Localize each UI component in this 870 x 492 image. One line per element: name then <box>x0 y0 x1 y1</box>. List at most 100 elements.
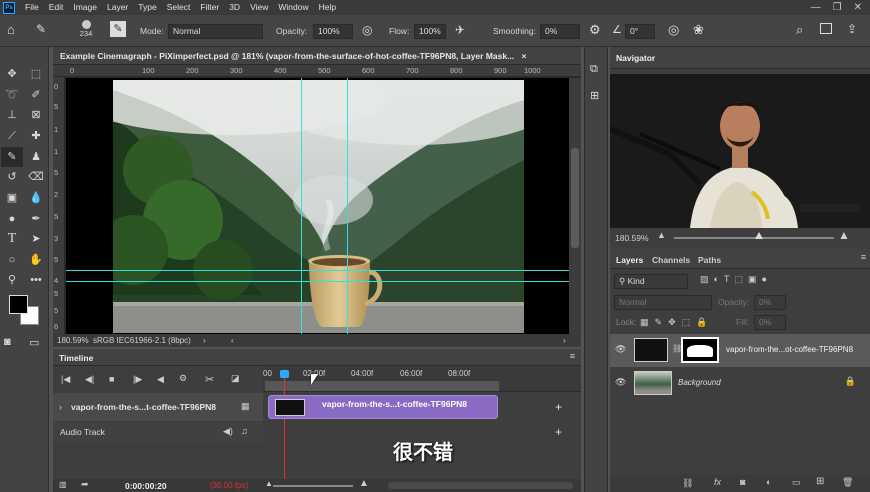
zoom-tool-icon[interactable]: ⚲ <box>1 270 23 290</box>
lock-position-icon[interactable]: ✥ <box>668 317 676 328</box>
airbrush-icon[interactable]: ✈ <box>455 23 465 37</box>
close-tab-icon[interactable]: × <box>522 51 527 61</box>
transition-icon[interactable]: ◪ <box>231 373 240 384</box>
color-profile-info[interactable]: sRGB IEC61966-2.1 (8bpc) <box>93 334 191 347</box>
layer-name[interactable]: vapor-from-the...ot-coffee-TF96PN8 <box>726 345 853 354</box>
search-icon[interactable]: ⌕ <box>796 22 803 38</box>
navigator-zoom-out-icon[interactable]: ▲ <box>657 230 666 240</box>
film-icon[interactable]: ▦ <box>241 401 250 412</box>
next-frame-icon[interactable]: |▶ <box>133 374 142 385</box>
tab-paths[interactable]: Paths <box>698 255 721 265</box>
timeline-zoom-slider[interactable] <box>273 485 353 487</box>
tab-channels[interactable]: Channels <box>652 255 690 265</box>
screen-mode-icon[interactable]: ▭ <box>29 336 39 349</box>
group-icon[interactable]: ▭ <box>792 477 801 488</box>
link-layers-icon[interactable]: ⛓ <box>682 478 693 489</box>
stamp-tool-icon[interactable]: ♟ <box>25 147 47 167</box>
healing-tool-icon[interactable]: ✚ <box>25 126 47 146</box>
blur-tool-icon[interactable]: 💧 <box>25 188 47 208</box>
brush-settings-icon[interactable]: ✎ <box>110 21 126 37</box>
layer-track-header[interactable]: › vapor-from-the-s...t-coffee-TF96PN8 ▦ <box>53 393 263 421</box>
status-scroll-left-icon[interactable]: ‹ <box>231 334 234 347</box>
eyedropper-tool-icon[interactable]: ⟋ <box>1 126 23 146</box>
fx-icon[interactable]: fx <box>714 477 721 487</box>
audio-track-header[interactable]: Audio Track ◀) ♫ <box>53 422 263 442</box>
expand-track-icon[interactable]: › <box>59 402 62 412</box>
close-window-icon[interactable]: ✕ <box>854 2 862 13</box>
filter-pixel-icon[interactable]: ▨ <box>700 274 709 285</box>
brush-tool-icon-active[interactable]: ✎ <box>1 147 23 167</box>
smoothing-gear-icon[interactable]: ⚙ <box>589 22 601 38</box>
opacity-field[interactable]: 100% <box>313 24 353 39</box>
guide-horizontal[interactable] <box>66 281 569 282</box>
menu-3d[interactable]: 3D <box>224 0 245 15</box>
minimize-icon[interactable]: — <box>811 2 821 13</box>
lasso-tool-icon[interactable]: ➰ <box>1 85 23 105</box>
guide-horizontal[interactable] <box>66 270 569 271</box>
navigator-title[interactable]: Navigator <box>616 53 655 63</box>
add-mask-icon[interactable]: ◙ <box>740 477 745 487</box>
type-tool-icon[interactable]: T <box>1 229 23 249</box>
current-time[interactable]: 0:00:00:20 <box>125 481 167 491</box>
menu-select[interactable]: Select <box>162 0 196 15</box>
more-tools-icon[interactable]: ••• <box>25 270 47 290</box>
home-icon[interactable]: ⌂ <box>7 22 15 37</box>
layer-mask-thumbnail[interactable] <box>681 337 719 363</box>
move-tool-icon[interactable]: ✥ <box>1 64 23 84</box>
menu-edit[interactable]: Edit <box>44 0 69 15</box>
timeline-menu-icon[interactable]: ≡ <box>570 351 575 361</box>
lock-pixels-icon[interactable]: ▦ <box>640 317 649 328</box>
layer-name[interactable]: Background <box>678 378 721 387</box>
menu-type[interactable]: Type <box>133 0 161 15</box>
music-note-icon[interactable]: ♫ <box>241 426 248 436</box>
filter-adjustment-icon[interactable]: ◐ <box>714 274 719 285</box>
brush-tool-icon[interactable]: ✎ <box>36 22 46 36</box>
layer-row-selected[interactable]: 👁 ⛓ vapor-from-the...ot-coffee-TF96PN8 <box>610 334 870 367</box>
layer-thumbnail[interactable] <box>634 338 668 362</box>
mute-icon[interactable]: ◀) <box>223 426 233 437</box>
flow-field[interactable]: 100% <box>414 24 446 39</box>
layer-thumbnail[interactable] <box>634 371 672 395</box>
lock-paint-icon[interactable]: ✎ <box>655 317 663 328</box>
document-tab[interactable]: Example Cinemagraph - PiXimperfect.psd @… <box>53 47 581 65</box>
share-icon[interactable]: ⇪ <box>847 22 857 36</box>
eraser-tool-icon[interactable]: ⌫ <box>25 167 47 187</box>
visibility-eye-icon[interactable]: 👁 <box>615 377 626 388</box>
layers-menu-icon[interactable]: ≡ <box>861 252 866 262</box>
navigator-zoom-slider[interactable] <box>674 237 834 239</box>
scrollbar-thumb[interactable] <box>571 148 579 248</box>
pressure-size-icon[interactable]: ◎ <box>668 22 679 38</box>
vertical-scrollbar[interactable] <box>569 78 581 334</box>
hand-tool-icon[interactable]: ✋ <box>25 250 47 270</box>
restore-icon[interactable]: ❐ <box>833 2 842 13</box>
video-clip[interactable]: vapor-from-the-s...t-coffee-TF96PN8 <box>268 395 498 419</box>
history-brush-tool-icon[interactable]: ↺ <box>1 167 23 187</box>
frame-tool-icon[interactable]: ⊠ <box>25 105 47 125</box>
fill-field[interactable]: 0% <box>754 315 786 330</box>
foreground-color-swatch[interactable] <box>9 295 28 314</box>
menu-view[interactable]: View <box>245 0 273 15</box>
adjustment-layer-icon[interactable]: ◐ <box>766 477 771 487</box>
menu-layer[interactable]: Layer <box>102 0 133 15</box>
filter-toggle-icon[interactable]: ● <box>761 274 766 285</box>
new-layer-icon[interactable]: ⊞ <box>816 476 824 487</box>
brush-preset-picker[interactable]: 234 <box>74 18 98 44</box>
pen-tool-icon[interactable]: ✒ <box>25 209 47 229</box>
properties-panel-icon[interactable]: ⊞ <box>590 89 599 102</box>
crop-tool-icon[interactable]: ⊥ <box>1 105 23 125</box>
filter-shape-icon[interactable]: ⬚ <box>734 274 743 285</box>
layer-opacity-field[interactable]: 0% <box>754 295 786 310</box>
navigator-zoom-in-icon[interactable]: ▲ <box>838 228 850 242</box>
guide-vertical[interactable] <box>301 78 302 334</box>
playhead[interactable] <box>280 370 289 378</box>
path-select-tool-icon[interactable]: ➤ <box>25 229 47 249</box>
canvas-image[interactable] <box>113 80 524 333</box>
render-icon[interactable]: ➦ <box>81 479 89 490</box>
menu-window[interactable]: Window <box>273 0 313 15</box>
horizontal-ruler[interactable]: 0 100 200 300 400 500 600 700 800 900 10… <box>53 65 581 77</box>
frame-animation-icon[interactable]: ▥ <box>59 480 67 489</box>
menu-image[interactable]: Image <box>68 0 102 15</box>
history-panel-icon[interactable]: ⧉ <box>590 63 598 76</box>
mode-select[interactable]: Normal <box>168 24 263 39</box>
add-audio-icon[interactable]: + <box>555 425 562 439</box>
